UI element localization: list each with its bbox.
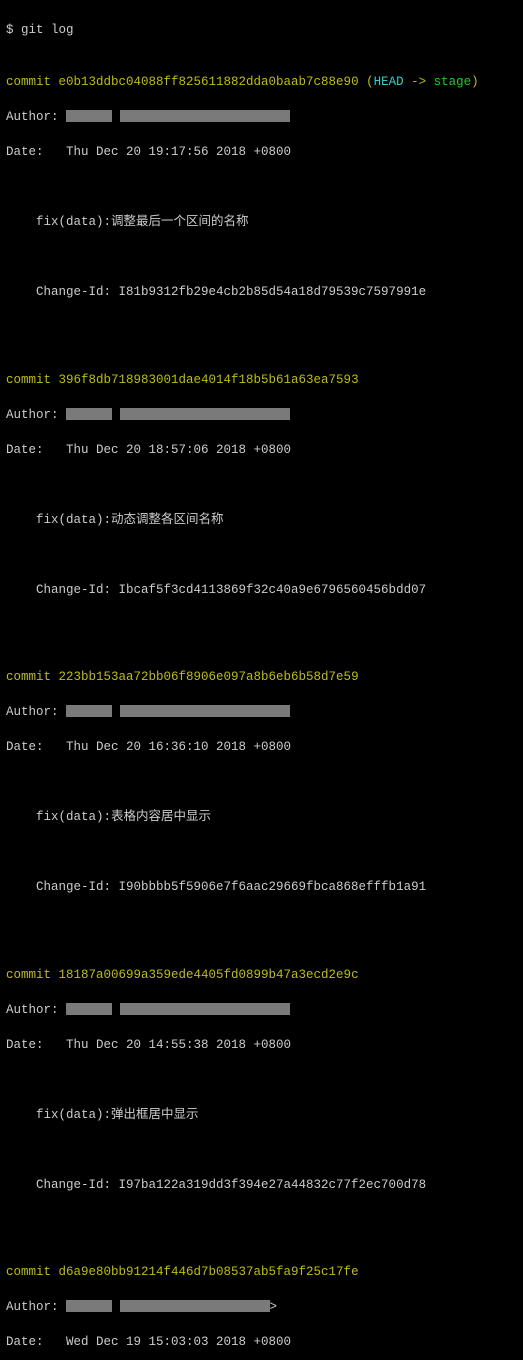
change-id: Change-Id: Ibcaf5f3cd4113869f32c40a9e679… [6, 582, 517, 600]
command: git log [21, 23, 74, 37]
prompt: $ [6, 23, 21, 37]
date-line: Date: Thu Dec 20 19:17:56 2018 +0800 [6, 144, 517, 162]
author-line: Author: [6, 407, 517, 425]
commit-msg: fix(data):动态调整各区间名称 [6, 512, 517, 530]
refs: ( [359, 75, 374, 89]
head-ref: HEAD [374, 75, 404, 89]
commit-keyword: commit [6, 75, 59, 89]
redacted-email [120, 110, 290, 122]
author-line: Author: > [6, 1299, 517, 1317]
redacted-author [66, 705, 112, 717]
redacted-email [120, 1003, 290, 1015]
redacted-email [120, 408, 290, 420]
commit-hash: 18187a00699a359ede4405fd0899b47a3ecd2e9c [59, 968, 359, 982]
commit-hash: 223bb153aa72bb06f8906e097a8b6eb6b58d7e59 [59, 670, 359, 684]
change-id: Change-Id: I90bbbb5f5906e7f6aac29669fbca… [6, 879, 517, 897]
change-id: Change-Id: I97ba122a319dd3f394e27a44832c… [6, 1177, 517, 1195]
author-line: Author: [6, 704, 517, 722]
branch-name: stage [434, 75, 472, 89]
date-line: Date: Thu Dec 20 18:57:06 2018 +0800 [6, 442, 517, 460]
commit-keyword: commit [6, 1265, 59, 1279]
author-line: Author: [6, 109, 517, 127]
redacted-email [120, 705, 290, 717]
commit-msg: fix(data):表格内容居中显示 [6, 809, 517, 827]
ref-arrow: -> [404, 75, 434, 89]
commit-hash: d6a9e80bb91214f446d7b08537ab5fa9f25c17fe [59, 1265, 359, 1279]
date-line: Date: Thu Dec 20 16:36:10 2018 +0800 [6, 739, 517, 757]
commit-keyword: commit [6, 968, 59, 982]
commit-msg: fix(data):调整最后一个区间的名称 [6, 214, 517, 232]
date-line: Date: Wed Dec 19 15:03:03 2018 +0800 [6, 1334, 517, 1352]
redacted-author [66, 110, 112, 122]
commit-hash: e0b13ddbc04088ff825611882dda0baab7c88e90 [59, 75, 359, 89]
commit-msg: fix(data):弹出框居中显示 [6, 1107, 517, 1125]
redacted-author [66, 408, 112, 420]
commit-hash: 396f8db718983001dae4014f18b5b61a63ea7593 [59, 373, 359, 387]
date-line: Date: Thu Dec 20 14:55:38 2018 +0800 [6, 1037, 517, 1055]
commit-keyword: commit [6, 373, 59, 387]
redacted-author [66, 1003, 112, 1015]
terminal-output: $ git log commit e0b13ddbc04088ff8256118… [0, 0, 523, 1360]
author-line: Author: [6, 1002, 517, 1020]
commit-keyword: commit [6, 670, 59, 684]
redacted-email [120, 1300, 270, 1312]
change-id: Change-Id: I81b9312fb29e4cb2b85d54a18d79… [6, 284, 517, 302]
prompt-line[interactable]: $ git log [6, 22, 517, 40]
redacted-author [66, 1300, 112, 1312]
